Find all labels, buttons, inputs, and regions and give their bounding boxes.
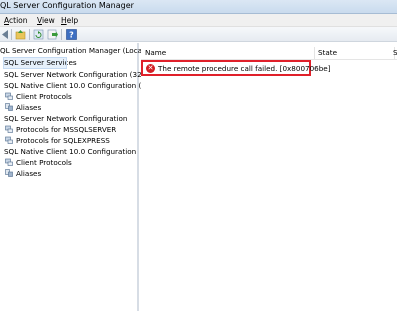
tree-item-aliases[interactable]: Aliases bbox=[5, 169, 41, 179]
title-bar: QL Server Configuration Manager bbox=[0, 0, 397, 14]
protocol-icon bbox=[5, 136, 13, 144]
window-title: QL Server Configuration Manager bbox=[0, 1, 134, 10]
error-icon: ✕ bbox=[146, 64, 155, 73]
tree-item-sql-server-services[interactable]: SQL Server Services bbox=[3, 57, 77, 69]
tree-item-client-protocols-32bit[interactable]: Client Protocols bbox=[5, 92, 72, 102]
export-icon[interactable] bbox=[47, 29, 58, 40]
tree-item-native-client[interactable]: SQL Native Client 10.0 Configuration bbox=[4, 147, 136, 157]
help-icon[interactable]: ? bbox=[66, 29, 77, 40]
toolbar-separator bbox=[29, 29, 30, 40]
menu-view[interactable]: View bbox=[37, 16, 55, 25]
alias-icon bbox=[5, 103, 13, 111]
tree-item-native-client-32bit[interactable]: SQL Native Client 10.0 Configuration (32… bbox=[4, 81, 155, 91]
error-message-row: ✕ The remote procedure call failed. [0x8… bbox=[141, 60, 331, 76]
column-header-state[interactable]: State bbox=[318, 47, 395, 59]
menu-bar: Action View Help bbox=[0, 14, 397, 27]
tree-item-protocols-mssqlserver[interactable]: Protocols for MSSQLSERVER bbox=[5, 125, 116, 135]
refresh-icon[interactable] bbox=[33, 29, 44, 40]
tree-item-aliases-32bit[interactable]: Aliases bbox=[5, 103, 41, 113]
toolbar-separator bbox=[61, 29, 62, 40]
tree-item-protocols-sqlexpress[interactable]: Protocols for SQLEXPRESS bbox=[5, 136, 110, 146]
svg-text:?: ? bbox=[69, 31, 74, 40]
protocol-icon bbox=[5, 92, 13, 100]
toolbar-separator bbox=[11, 29, 12, 40]
toolbar: ? bbox=[0, 27, 397, 42]
back-icon[interactable] bbox=[0, 29, 11, 40]
protocol-icon bbox=[5, 125, 13, 133]
tree-item-network-config[interactable]: SQL Server Network Configuration bbox=[4, 114, 127, 124]
up-folder-icon[interactable] bbox=[15, 29, 26, 40]
tree-pane: QL Server Configuration Manager (Local) … bbox=[0, 43, 155, 311]
tree-item-client-protocols[interactable]: Client Protocols bbox=[5, 158, 72, 168]
list-pane: Name State S ✕ The remote procedure call… bbox=[141, 43, 397, 311]
protocol-icon bbox=[5, 158, 13, 166]
error-message-text: The remote procedure call failed. [0x800… bbox=[158, 64, 331, 73]
column-header-start-mode[interactable]: S bbox=[393, 47, 397, 59]
column-header-name[interactable]: Name bbox=[145, 47, 315, 59]
menu-action[interactable]: Action bbox=[4, 16, 28, 25]
tree-item-network-config-32bit[interactable]: SQL Server Network Configuration (32bit bbox=[4, 70, 151, 80]
menu-help[interactable]: Help bbox=[61, 16, 78, 25]
tree-item-root[interactable]: QL Server Configuration Manager (Local) bbox=[0, 46, 147, 56]
alias-icon bbox=[5, 169, 13, 177]
